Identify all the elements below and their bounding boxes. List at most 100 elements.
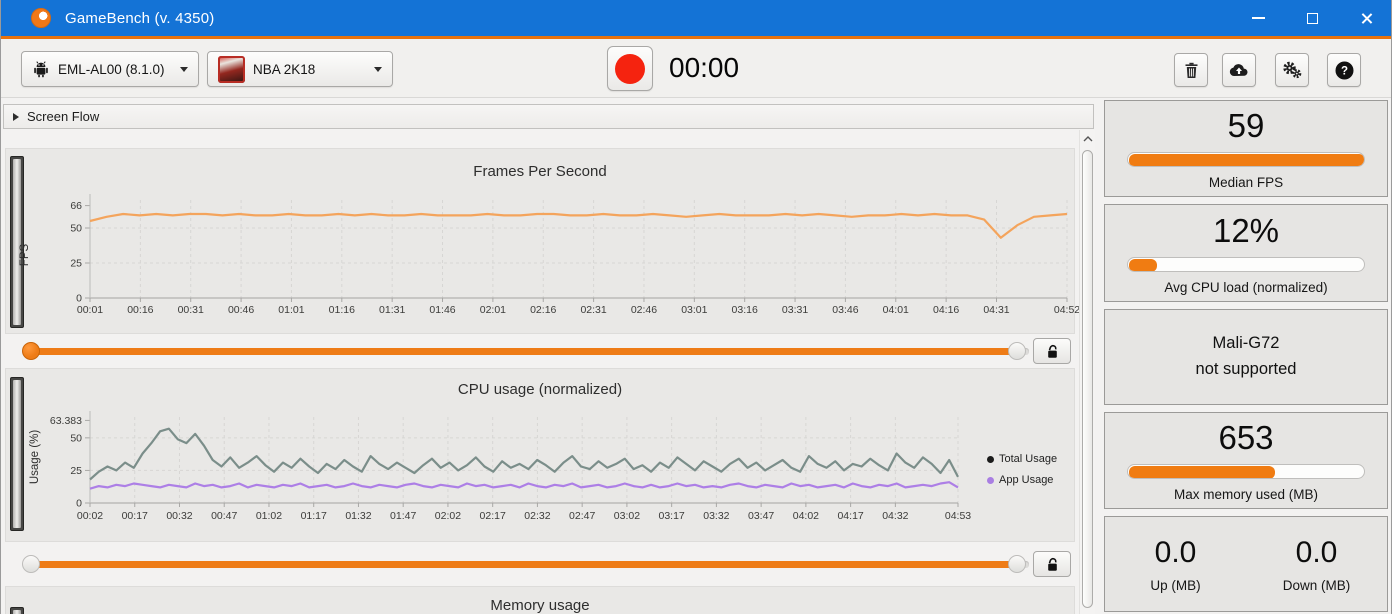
avg-cpu-value: 12% xyxy=(1212,211,1280,249)
maximize-icon xyxy=(1306,12,1318,24)
collapse-arrow-icon xyxy=(13,112,19,121)
fps-lock-button[interactable] xyxy=(1033,338,1071,364)
help-button[interactable]: ? xyxy=(1327,53,1361,87)
range-end-handle[interactable] xyxy=(1008,342,1026,360)
cpu-chart-panel: CPU usage (normalized) Usage (%) 00:02 00… xyxy=(5,368,1075,542)
svg-text:63.383: 63.383 xyxy=(50,415,82,427)
unlock-icon xyxy=(1047,557,1057,571)
cpu-time-range-slider xyxy=(1,551,1081,577)
median-fps-label: Median FPS xyxy=(1208,175,1284,190)
download-value: 0.0 xyxy=(1295,535,1338,569)
bar-fill xyxy=(1129,154,1364,166)
svg-text:50: 50 xyxy=(70,432,82,444)
gamebench-window: GameBench (v. 4350) EML-AL00 (8.1.0) NBA… xyxy=(0,0,1392,614)
svg-text:04:53: 04:53 xyxy=(945,510,971,522)
screen-flow-header[interactable]: Screen Flow xyxy=(3,104,1094,129)
fps-time-range-slider xyxy=(1,338,1081,364)
delete-button[interactable] xyxy=(1174,53,1208,87)
svg-text:00:31: 00:31 xyxy=(178,304,204,316)
fps-chart-panel: Frames Per Second FPS 00:01 00:16 00:31 00:… xyxy=(5,148,1080,334)
upload-value: 0.0 xyxy=(1154,535,1197,569)
cloud-upload-button[interactable] xyxy=(1222,53,1256,87)
record-circle-icon xyxy=(615,53,645,84)
svg-text:04:17: 04:17 xyxy=(837,510,863,522)
scrollbar-thumb[interactable] xyxy=(1082,150,1093,608)
avg-cpu-bar xyxy=(1127,256,1365,272)
legend-label: App Usage xyxy=(999,474,1054,486)
download-label: Down (MB) xyxy=(1282,577,1351,593)
svg-text:00:17: 00:17 xyxy=(122,510,148,522)
minimize-button[interactable] xyxy=(1231,0,1285,36)
app-dropdown[interactable]: NBA 2K18 xyxy=(207,51,393,87)
svg-text:04:52: 04:52 xyxy=(1054,304,1080,316)
chevron-up-icon[interactable] xyxy=(1083,136,1093,142)
svg-text:01:01: 01:01 xyxy=(278,304,304,316)
app-label: NBA 2K18 xyxy=(253,61,316,77)
range-end-handle[interactable] xyxy=(1008,555,1026,573)
title-bar: GameBench (v. 4350) xyxy=(1,0,1391,36)
legend-item-app-usage: App Usage xyxy=(987,474,1057,486)
svg-text:01:31: 01:31 xyxy=(379,304,405,316)
svg-text:02:02: 02:02 xyxy=(435,510,461,522)
app-usage-dot-icon xyxy=(987,476,994,484)
settings-button[interactable] xyxy=(1275,53,1309,87)
median-fps-value: 59 xyxy=(1227,107,1265,144)
cpu-chart-legend: Total Usage App Usage xyxy=(987,453,1057,486)
svg-text:25: 25 xyxy=(70,258,82,270)
memory-vertical-zoom-slider[interactable] xyxy=(10,607,24,614)
svg-text:03:17: 03:17 xyxy=(659,510,685,522)
avg-cpu-label: Avg CPU load (normalized) xyxy=(1164,279,1328,295)
cpu-lock-button[interactable] xyxy=(1033,551,1071,577)
close-button[interactable] xyxy=(1339,0,1391,36)
android-icon xyxy=(34,61,48,78)
svg-text:04:32: 04:32 xyxy=(882,510,908,522)
legend-item-total-usage: Total Usage xyxy=(987,453,1057,465)
fps-vertical-zoom-slider[interactable] xyxy=(10,156,24,328)
svg-text:01:02: 01:02 xyxy=(256,510,282,522)
svg-text:?: ? xyxy=(1340,65,1347,77)
svg-text:0: 0 xyxy=(76,498,82,510)
bar-fill xyxy=(1129,466,1276,478)
range-start-handle[interactable] xyxy=(22,342,40,360)
avg-cpu-card: 12% Avg CPU load (normalized) xyxy=(1104,204,1388,302)
memory-chart-title: Memory usage xyxy=(490,597,590,614)
svg-text:01:16: 01:16 xyxy=(329,304,355,316)
cpu-chart-title: CPU usage (normalized) xyxy=(457,381,623,398)
nba2k18-cover-icon xyxy=(218,55,245,83)
svg-text:04:31: 04:31 xyxy=(983,304,1009,316)
svg-text:03:31: 03:31 xyxy=(782,304,808,316)
svg-text:03:32: 03:32 xyxy=(703,510,729,522)
cpu-vertical-zoom-slider[interactable] xyxy=(10,377,24,531)
svg-text:04:16: 04:16 xyxy=(933,304,959,316)
record-button[interactable] xyxy=(607,46,653,91)
charts-scrollbar[interactable] xyxy=(1079,130,1095,614)
unlock-icon xyxy=(1047,344,1057,358)
session-timer: 00:00 xyxy=(669,52,740,83)
memory-chart-panel: Memory usage xyxy=(5,586,1075,614)
max-memory-bar xyxy=(1127,464,1365,479)
settings-gears-icon xyxy=(1283,61,1302,79)
fps-chart-title: Frames Per Second xyxy=(473,163,607,180)
legend-label: Total Usage xyxy=(999,453,1058,465)
trash-icon xyxy=(1185,62,1197,78)
minimize-icon xyxy=(1251,17,1265,19)
maximize-button[interactable] xyxy=(1285,0,1339,36)
cloud-upload-icon xyxy=(1229,64,1248,76)
svg-text:50: 50 xyxy=(70,223,82,235)
window-controls xyxy=(1231,0,1391,36)
svg-text:00:47: 00:47 xyxy=(211,510,237,522)
median-fps-bar xyxy=(1127,152,1365,167)
device-dropdown[interactable]: EML-AL00 (8.1.0) xyxy=(21,51,199,87)
svg-text:01:32: 01:32 xyxy=(345,510,371,522)
network-card: 0.0 Up (MB) 0.0 Down (MB) xyxy=(1104,516,1388,612)
svg-text:03:46: 03:46 xyxy=(832,304,858,316)
range-start-handle[interactable] xyxy=(22,555,40,573)
total-usage-dot-icon xyxy=(987,455,994,463)
upload-col: 0.0 Up (MB) xyxy=(1105,536,1246,593)
download-col: 0.0 Down (MB) xyxy=(1246,536,1387,593)
fps-chart-svg: 00:01 00:16 00:31 00:46 01:01 01:16 01:31 01:46… xyxy=(70,194,1080,316)
max-memory-value: 653 xyxy=(1218,419,1274,456)
device-label: EML-AL00 (8.1.0) xyxy=(58,61,165,77)
svg-text:02:46: 02:46 xyxy=(631,304,657,316)
screen-flow-label: Screen Flow xyxy=(27,109,100,124)
